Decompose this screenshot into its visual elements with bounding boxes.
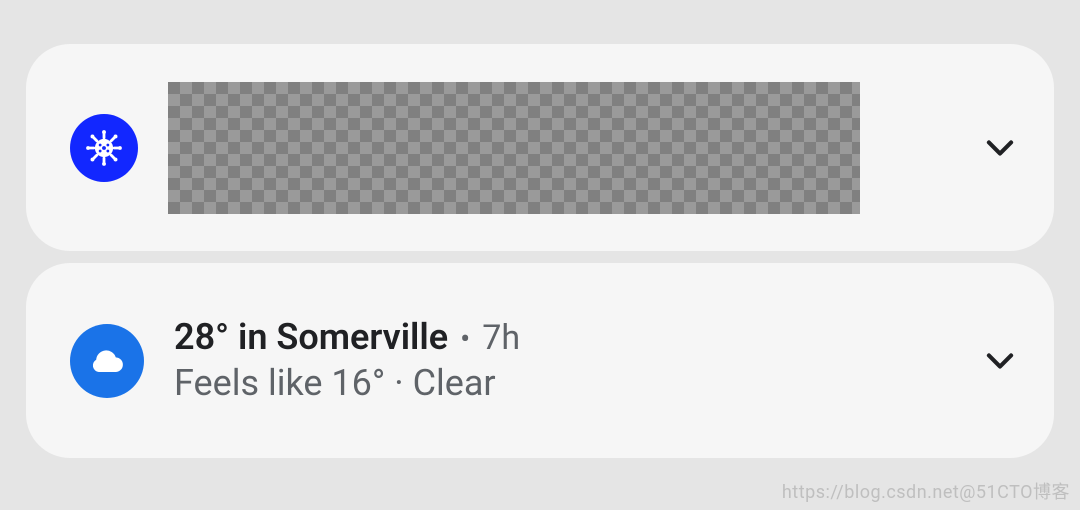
expand-button-weather[interactable] [976,337,1024,385]
chevron-down-icon [981,129,1019,167]
virus-icon [70,114,138,182]
weather-title: 28° in Somerville [174,317,448,358]
expand-button-covid[interactable] [976,124,1024,172]
notification-list: 28° in Somerville • 7h Feels like 16° · … [0,0,1080,458]
redacted-content [168,82,860,214]
chevron-down-icon [981,342,1019,380]
weather-separator: • [460,323,470,358]
card-weather[interactable]: 28° in Somerville • 7h Feels like 16° · … [26,263,1054,458]
weather-text: 28° in Somerville • 7h Feels like 16° · … [174,317,976,404]
weather-age: 7h [482,319,520,358]
weather-title-row: 28° in Somerville • 7h [174,317,976,358]
card-covid[interactable] [26,44,1054,251]
watermark: https://blog.csdn.net@51CTO博客 [782,478,1070,504]
weather-subtitle: Feels like 16° · Clear [174,362,976,404]
cloud-icon [70,324,144,398]
